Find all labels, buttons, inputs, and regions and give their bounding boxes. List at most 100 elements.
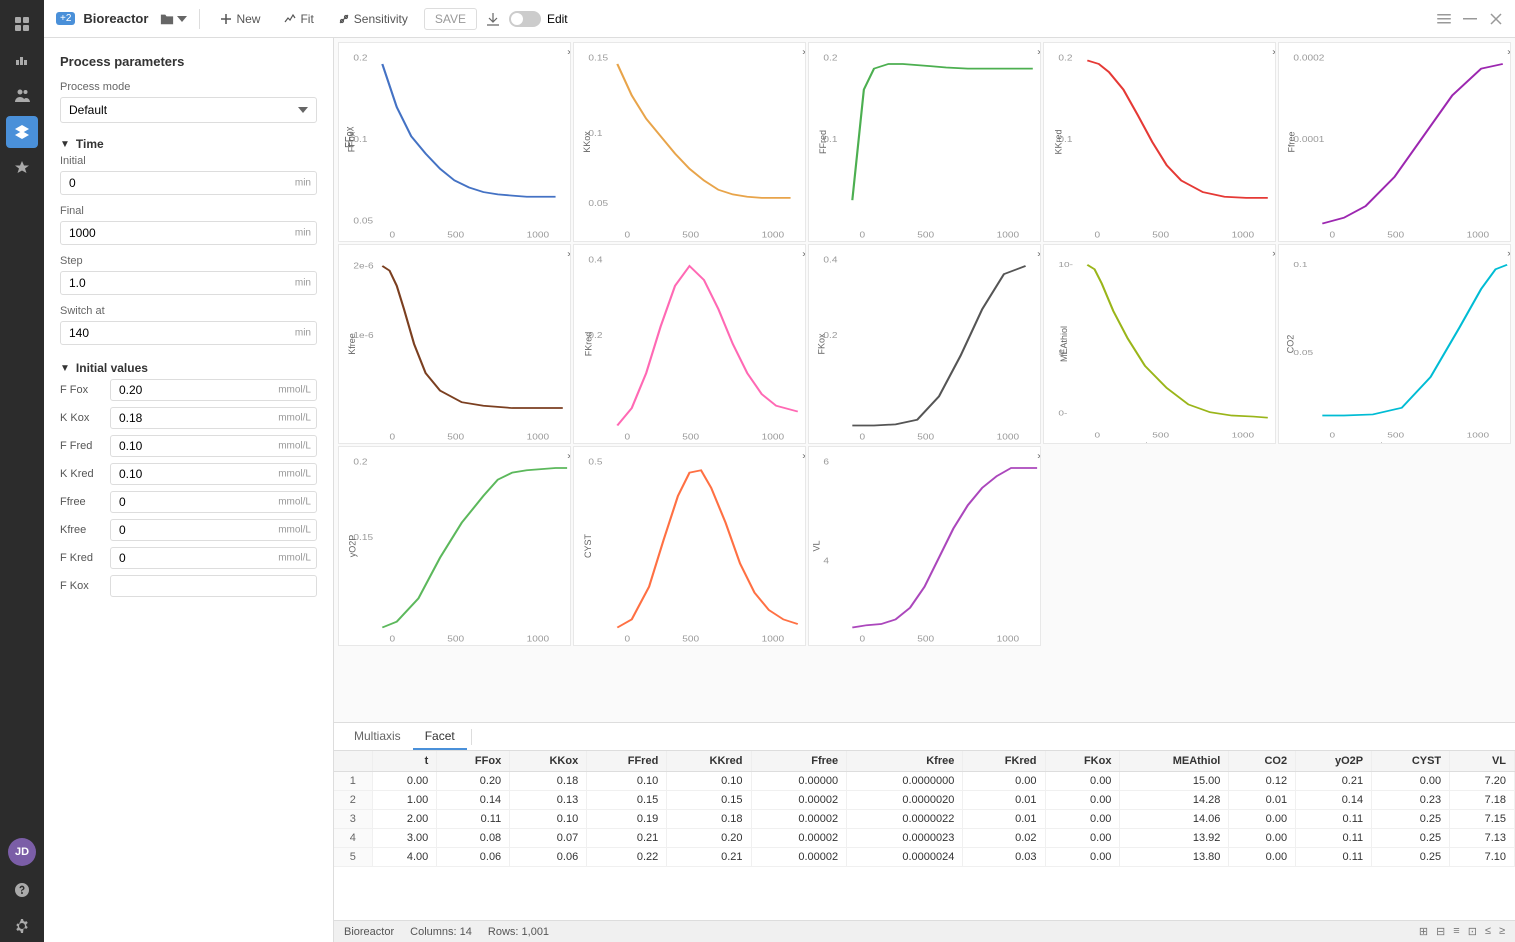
iv-label-kkred: K Kred — [60, 468, 110, 480]
svg-text:0.05: 0.05 — [1293, 348, 1313, 357]
final-input[interactable] — [60, 221, 317, 245]
status-columns: Columns: 14 — [410, 926, 472, 938]
col-kfree: Kfree — [847, 751, 963, 772]
chart-meathiol: › 10- 5- 0- 0 500 1000 t MEAthiol — [1043, 244, 1276, 444]
svg-text:0: 0 — [860, 634, 866, 643]
sidebar-icon-avatar[interactable]: JD — [8, 838, 36, 866]
table-cell: 13.92 — [1120, 829, 1229, 848]
table-cell: 0.00 — [1229, 829, 1296, 848]
edit-toggle-switch[interactable] — [509, 11, 541, 27]
table-cell: 13.80 — [1120, 848, 1229, 867]
fit-button[interactable]: Fit — [276, 8, 321, 30]
iv-label-ffree: Ffree — [60, 496, 110, 508]
svg-text:0.2: 0.2 — [1058, 53, 1072, 62]
final-field-group: Final min — [60, 205, 317, 245]
chart-yo2p: › 0.2 0.15 0 500 1000 t yO2P — [338, 446, 571, 646]
table-cell: 0.11 — [437, 810, 510, 829]
iv-row-kkox: K Kox mmol/L — [60, 407, 317, 429]
sidebar-icon-question[interactable] — [6, 874, 38, 906]
table-cell: 0.06 — [510, 848, 587, 867]
col-fkred: FKred — [963, 751, 1045, 772]
svg-text:0.5: 0.5 — [588, 457, 602, 466]
tab-facet[interactable]: Facet — [413, 724, 467, 750]
table-cell: 0.18 — [510, 772, 587, 791]
save-button[interactable]: SAVE — [424, 8, 477, 30]
iv-label-kkox: K Kox — [60, 412, 110, 424]
iv-label-fkred: F Kred — [60, 552, 110, 564]
svg-text:1000: 1000 — [1232, 230, 1254, 239]
svg-text:1000: 1000 — [762, 230, 784, 239]
chart-fkred: › 0.4 0.2 0 500 1000 FKred — [573, 244, 806, 444]
sensitivity-button[interactable]: Sensitivity — [330, 8, 416, 30]
status-icon-1[interactable]: ⊞ — [1419, 925, 1428, 938]
svg-text:0: 0 — [1330, 431, 1336, 440]
status-icon-5[interactable]: ≤ — [1485, 925, 1491, 938]
edit-toggle[interactable]: Edit — [509, 11, 568, 27]
chart-label-co2-y: CO2 — [1285, 335, 1295, 354]
status-icon-2[interactable]: ⊟ — [1436, 925, 1445, 938]
status-icon-3[interactable]: ≡ — [1453, 925, 1459, 938]
sidebar-icon-layers[interactable] — [6, 116, 38, 148]
svg-text:10-: 10- — [1058, 260, 1073, 269]
svg-text:›: › — [567, 452, 570, 462]
svg-text:500: 500 — [682, 634, 699, 643]
toolbar-divider-1 — [199, 9, 200, 29]
menu-icon[interactable] — [1437, 12, 1451, 26]
table-cell: 1.00 — [372, 791, 437, 810]
col-co2: CO2 — [1229, 751, 1296, 772]
status-icon-4[interactable]: ⊡ — [1468, 925, 1477, 938]
tab-multiaxis[interactable]: Multiaxis — [342, 724, 413, 750]
time-section-header[interactable]: ▼ Time — [60, 133, 317, 155]
sidebar-icon-star[interactable] — [6, 152, 38, 184]
data-table: t FFox KKox FFred KKred Ffree Kfree FKre… — [334, 751, 1515, 867]
svg-text:0.2: 0.2 — [353, 457, 367, 466]
initial-input[interactable] — [60, 171, 317, 195]
iv-fields: F Fox mmol/L K Kox mmol/L — [60, 379, 317, 597]
svg-text:›: › — [802, 48, 805, 58]
iv-unit-ffox: mmol/L — [278, 385, 311, 396]
table-row: 10.000.200.180.100.100.000000.00000000.0… — [334, 772, 1515, 791]
svg-text:0: 0 — [390, 230, 396, 239]
svg-text:0: 0 — [625, 230, 631, 239]
iv-row-ffox: F Fox mmol/L — [60, 379, 317, 401]
svg-text:0.15: 0.15 — [588, 53, 608, 62]
svg-text:0.05: 0.05 — [353, 216, 373, 225]
status-icon-6[interactable]: ≥ — [1499, 925, 1505, 938]
folder-btn[interactable] — [160, 12, 187, 26]
table-cell: 0.01 — [963, 810, 1045, 829]
step-input[interactable] — [60, 271, 317, 295]
chart-ffox: FFox › 0.2 0.1 0.05 0 500 1000 FFox — [338, 42, 571, 242]
sidebar-icon-gear[interactable] — [6, 910, 38, 942]
chart-label-fkred-y: FKred — [583, 332, 593, 357]
chart-ffree: › 0.0002 0.0001 0 500 1000 Ffree — [1278, 42, 1511, 242]
sidebar-icon-chart[interactable] — [6, 44, 38, 76]
table-cell: 0.0000020 — [847, 791, 963, 810]
svg-text:0: 0 — [860, 230, 866, 239]
iv-input-fkox[interactable] — [110, 575, 317, 597]
table-cell: 7.10 — [1450, 848, 1515, 867]
close-icon[interactable] — [1489, 12, 1503, 26]
new-button[interactable]: New — [212, 8, 268, 30]
sidebar-icon-people[interactable] — [6, 80, 38, 112]
svg-text:›: › — [1037, 250, 1040, 260]
chart-label-fkox-y: FKox — [817, 333, 827, 354]
svg-text:0: 0 — [625, 432, 631, 441]
process-mode-select[interactable]: Default — [60, 97, 317, 123]
minimize-icon[interactable] — [1463, 12, 1477, 26]
chart-label-vl-y: VL — [812, 540, 822, 551]
download-icon[interactable] — [485, 11, 501, 27]
switch-input[interactable] — [60, 321, 317, 345]
table-cell: 0.12 — [1229, 772, 1296, 791]
col-vl: VL — [1450, 751, 1515, 772]
initial-values-header[interactable]: ▼ Initial values — [60, 357, 317, 379]
table-row: 54.000.060.060.220.210.000020.00000240.0… — [334, 848, 1515, 867]
iv-row-ffree: Ffree mmol/L — [60, 491, 317, 513]
table-cell: 0.00 — [1372, 772, 1450, 791]
svg-text:0: 0 — [1095, 431, 1101, 440]
svg-text:›: › — [567, 250, 570, 260]
sidebar-icon-grid[interactable] — [6, 8, 38, 40]
svg-text:1000: 1000 — [997, 432, 1019, 441]
svg-text:0.2: 0.2 — [823, 53, 837, 62]
process-mode-group: Process mode Default — [60, 81, 317, 123]
initial-input-wrap: min — [60, 171, 317, 195]
